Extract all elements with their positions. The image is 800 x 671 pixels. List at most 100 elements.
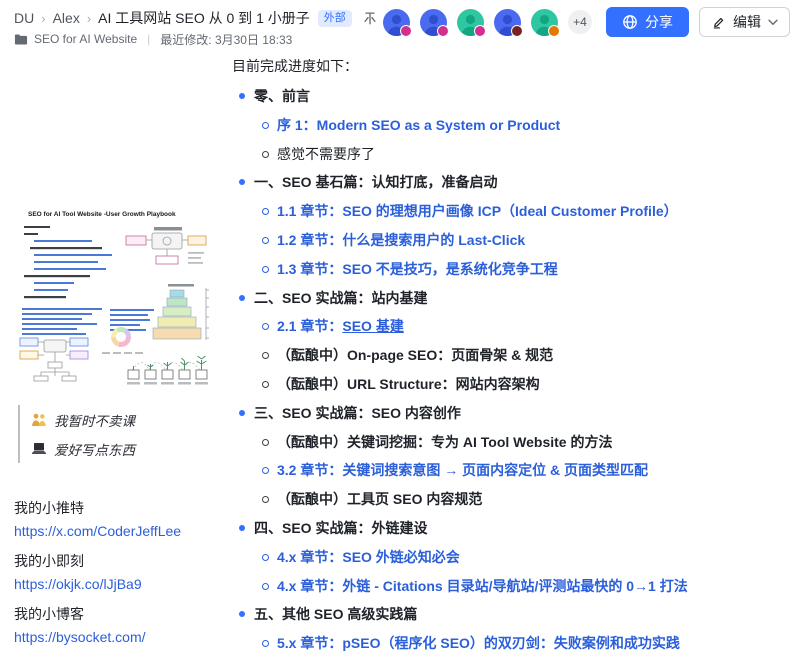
sidebar-link-label: 我的小推特 bbox=[14, 500, 181, 517]
bullet-icon bbox=[262, 266, 269, 273]
globe-icon bbox=[622, 14, 638, 30]
outline-text-item: 零、前言 bbox=[232, 85, 784, 107]
pin-icon[interactable] bbox=[362, 10, 378, 26]
bullet-icon bbox=[239, 410, 245, 416]
status-dot bbox=[548, 25, 560, 37]
bullet-icon bbox=[262, 237, 269, 244]
share-button[interactable]: 分享 bbox=[606, 7, 689, 37]
bullet-icon bbox=[262, 352, 269, 359]
outline-text-item: 一、SEO 基石篇：认知打底，准备启动 bbox=[232, 171, 784, 193]
outline-link-item[interactable]: 1.2 章节：什么是搜索用户的 Last-Click bbox=[232, 229, 784, 251]
collaborator-avatar[interactable] bbox=[494, 9, 521, 36]
quote-line: 我暂时不卖课 bbox=[31, 405, 135, 434]
status-dot bbox=[400, 25, 412, 37]
quote-block: 我暂时不卖课爱好写点东西 bbox=[18, 405, 135, 463]
outline-text-item: （酝酿中）工具页 SEO 内容规范 bbox=[232, 488, 784, 510]
outline-item-text: （酝酿中）On-page SEO：页面骨架 & 规范 bbox=[277, 347, 553, 363]
thumbnail-title: SEO for AI Tool Website -User Growth Pla… bbox=[18, 203, 210, 220]
edit-label: 编辑 bbox=[733, 12, 761, 32]
outline-text-item: 三、SEO 实战篇：SEO 内容创作 bbox=[232, 402, 784, 424]
sidebar-link-url[interactable]: https://bysocket.com/ bbox=[14, 629, 181, 646]
outline-item-text: 1.2 章节：什么是搜索用户的 Last-Click bbox=[277, 232, 525, 248]
sidebar-links: 我的小推特 https://x.com/CoderJeffLee 我的小即刻http… bbox=[14, 500, 181, 659]
breadcrumb: DU › Alex › AI 工具网站 SEO 从 0 到 1 小册子 bbox=[14, 8, 310, 28]
outline-item-text: 1.1 章节：SEO 的理想用户画像 ICP（Ideal Customer Pr… bbox=[277, 203, 678, 219]
outline-link-item[interactable]: 序 1：Modern SEO as a System or Product bbox=[232, 114, 784, 136]
collaborator-avatar[interactable] bbox=[457, 9, 484, 36]
breadcrumb-item[interactable]: Alex bbox=[53, 10, 80, 26]
outline-link-item[interactable]: 4.x 章节：外链 - Citations 目录站/导航站/评测站最快的 0→1… bbox=[232, 575, 784, 597]
bullet-icon bbox=[239, 295, 245, 301]
thumbnail-preview-graphic bbox=[18, 220, 210, 388]
outline-link-item[interactable]: 4.x 章节：SEO 外链必知必会 bbox=[232, 546, 784, 568]
outline-item-text: 一、SEO 基石篇：认知打底，准备启动 bbox=[254, 174, 497, 190]
bullet-icon bbox=[262, 467, 269, 474]
bullet-icon bbox=[262, 151, 269, 158]
bullet-icon bbox=[239, 93, 245, 99]
outline-item-text: 4.x 章节：外链 - Citations 目录站/导航站/评测站最快的 0→1… bbox=[277, 578, 688, 594]
outline-list: 零、前言序 1：Modern SEO as a System or Produc… bbox=[232, 85, 784, 654]
collaborator-avatar[interactable] bbox=[531, 9, 558, 36]
collaborator-avatar[interactable] bbox=[420, 9, 447, 36]
outline-link-item[interactable]: 5.x 章节：pSEO（程序化 SEO）的双刃剑：失败案例和成功实践 bbox=[232, 632, 784, 654]
outline-item-text: （酝酿中）关键词挖掘：专为 AI Tool Website 的方法 bbox=[277, 434, 613, 450]
bullet-icon bbox=[262, 381, 269, 388]
sidebar-link-group: 我的小即刻https://okjk.co/lJjBa9 bbox=[14, 553, 181, 593]
collaborator-avatars bbox=[383, 9, 568, 36]
edit-button[interactable]: 编辑 bbox=[699, 7, 790, 37]
sidebar-link-url[interactable]: https://okjk.co/lJjBa9 bbox=[14, 576, 181, 593]
bullet-icon bbox=[262, 323, 269, 330]
more-collaborators-count[interactable]: +4 bbox=[568, 10, 592, 34]
breadcrumb-item[interactable]: DU bbox=[14, 10, 34, 26]
sidebar-link-group: 我的小推特 https://x.com/CoderJeffLee bbox=[14, 500, 181, 540]
bullet-icon bbox=[262, 496, 269, 503]
bullet-icon bbox=[262, 208, 269, 215]
app-window: DU › Alex › AI 工具网站 SEO 从 0 到 1 小册子 外部 SEO f… bbox=[0, 0, 800, 671]
bullet-icon bbox=[262, 439, 269, 446]
share-label: 分享 bbox=[645, 12, 673, 32]
folder-icon bbox=[14, 33, 28, 46]
outline-item-text: 序 1：Modern SEO as a System or Product bbox=[277, 117, 560, 133]
chevron-down-icon bbox=[768, 19, 778, 26]
external-badge: 外部 bbox=[318, 10, 352, 27]
bullet-icon bbox=[262, 122, 269, 129]
outline-text-item: （酝酿中）URL Structure：网站内容架构 bbox=[232, 373, 784, 395]
outline-link-item[interactable]: 1.3 章节：SEO 不是技巧，是系统化竞争工程 bbox=[232, 258, 784, 280]
bullet-icon bbox=[262, 554, 269, 561]
status-dot bbox=[437, 25, 449, 37]
sidebar-link-url[interactable]: https://x.com/CoderJeffLee bbox=[14, 523, 181, 540]
breadcrumb-item[interactable]: AI 工具网站 SEO 从 0 到 1 小册子 bbox=[98, 8, 310, 28]
outline-item-text: 5.x 章节：pSEO（程序化 SEO）的双刃剑：失败案例和成功实践 bbox=[277, 635, 680, 651]
outline-item-text: （酝酿中）URL Structure：网站内容架构 bbox=[277, 376, 540, 392]
outline-item-text: 3.2 章节：关键词搜索意图 → 页面内容定位 & 页面类型匹配 bbox=[277, 462, 648, 478]
sidebar-link-label: 我的小博客 bbox=[14, 606, 181, 623]
outline-item-text: 五、其他 SEO 高级实践篇 bbox=[254, 606, 417, 622]
collaborator-avatar[interactable] bbox=[383, 9, 410, 36]
outline-item-text: 零、前言 bbox=[254, 88, 310, 104]
divider: | bbox=[147, 32, 150, 46]
outline-item-text: 1.3 章节：SEO 不是技巧，是系统化竞争工程 bbox=[277, 261, 558, 277]
bullet-icon bbox=[239, 611, 245, 617]
breadcrumb-separator: › bbox=[41, 11, 45, 26]
doc-content: 目前完成进度如下： 零、前言序 1：Modern SEO as a System… bbox=[232, 48, 784, 661]
outline-link-item[interactable]: 1.1 章节：SEO 的理想用户画像 ICP（Ideal Customer Pr… bbox=[232, 200, 784, 222]
bullet-icon bbox=[239, 525, 245, 531]
outline-link-item[interactable]: 2.1 章节：SEO 基建 bbox=[232, 315, 784, 337]
outline-text-item: 五、其他 SEO 高级实践篇 bbox=[232, 603, 784, 625]
outline-item-text: 2.1 章节：SEO 基建 bbox=[277, 318, 404, 334]
laptop-icon bbox=[31, 442, 47, 455]
outline-item-text: 4.x 章节：SEO 外链必知必会 bbox=[277, 549, 460, 565]
outline-item-text: 二、SEO 实战篇：站内基建 bbox=[254, 290, 427, 306]
document-thumbnail[interactable]: SEO for AI Tool Website -User Growth Pla… bbox=[18, 203, 210, 395]
progress-intro: 目前完成进度如下： bbox=[232, 55, 784, 77]
outline-item-text: 四、SEO 实战篇：外链建设 bbox=[254, 520, 427, 536]
quote-text: 爱好写点东西 bbox=[54, 439, 135, 459]
outline-link-item[interactable]: 3.2 章节：关键词搜索意图 → 页面内容定位 & 页面类型匹配 bbox=[232, 459, 784, 481]
outline-item-text: 三、SEO 实战篇：SEO 内容创作 bbox=[254, 405, 461, 421]
outline-text-item: （酝酿中）关键词挖掘：专为 AI Tool Website 的方法 bbox=[232, 431, 784, 453]
bullet-icon bbox=[239, 179, 245, 185]
space-name[interactable]: SEO for AI Website bbox=[34, 32, 137, 46]
quote-line: 爱好写点东西 bbox=[31, 434, 135, 463]
breadcrumb-separator: › bbox=[87, 11, 91, 26]
status-dot bbox=[511, 25, 523, 37]
